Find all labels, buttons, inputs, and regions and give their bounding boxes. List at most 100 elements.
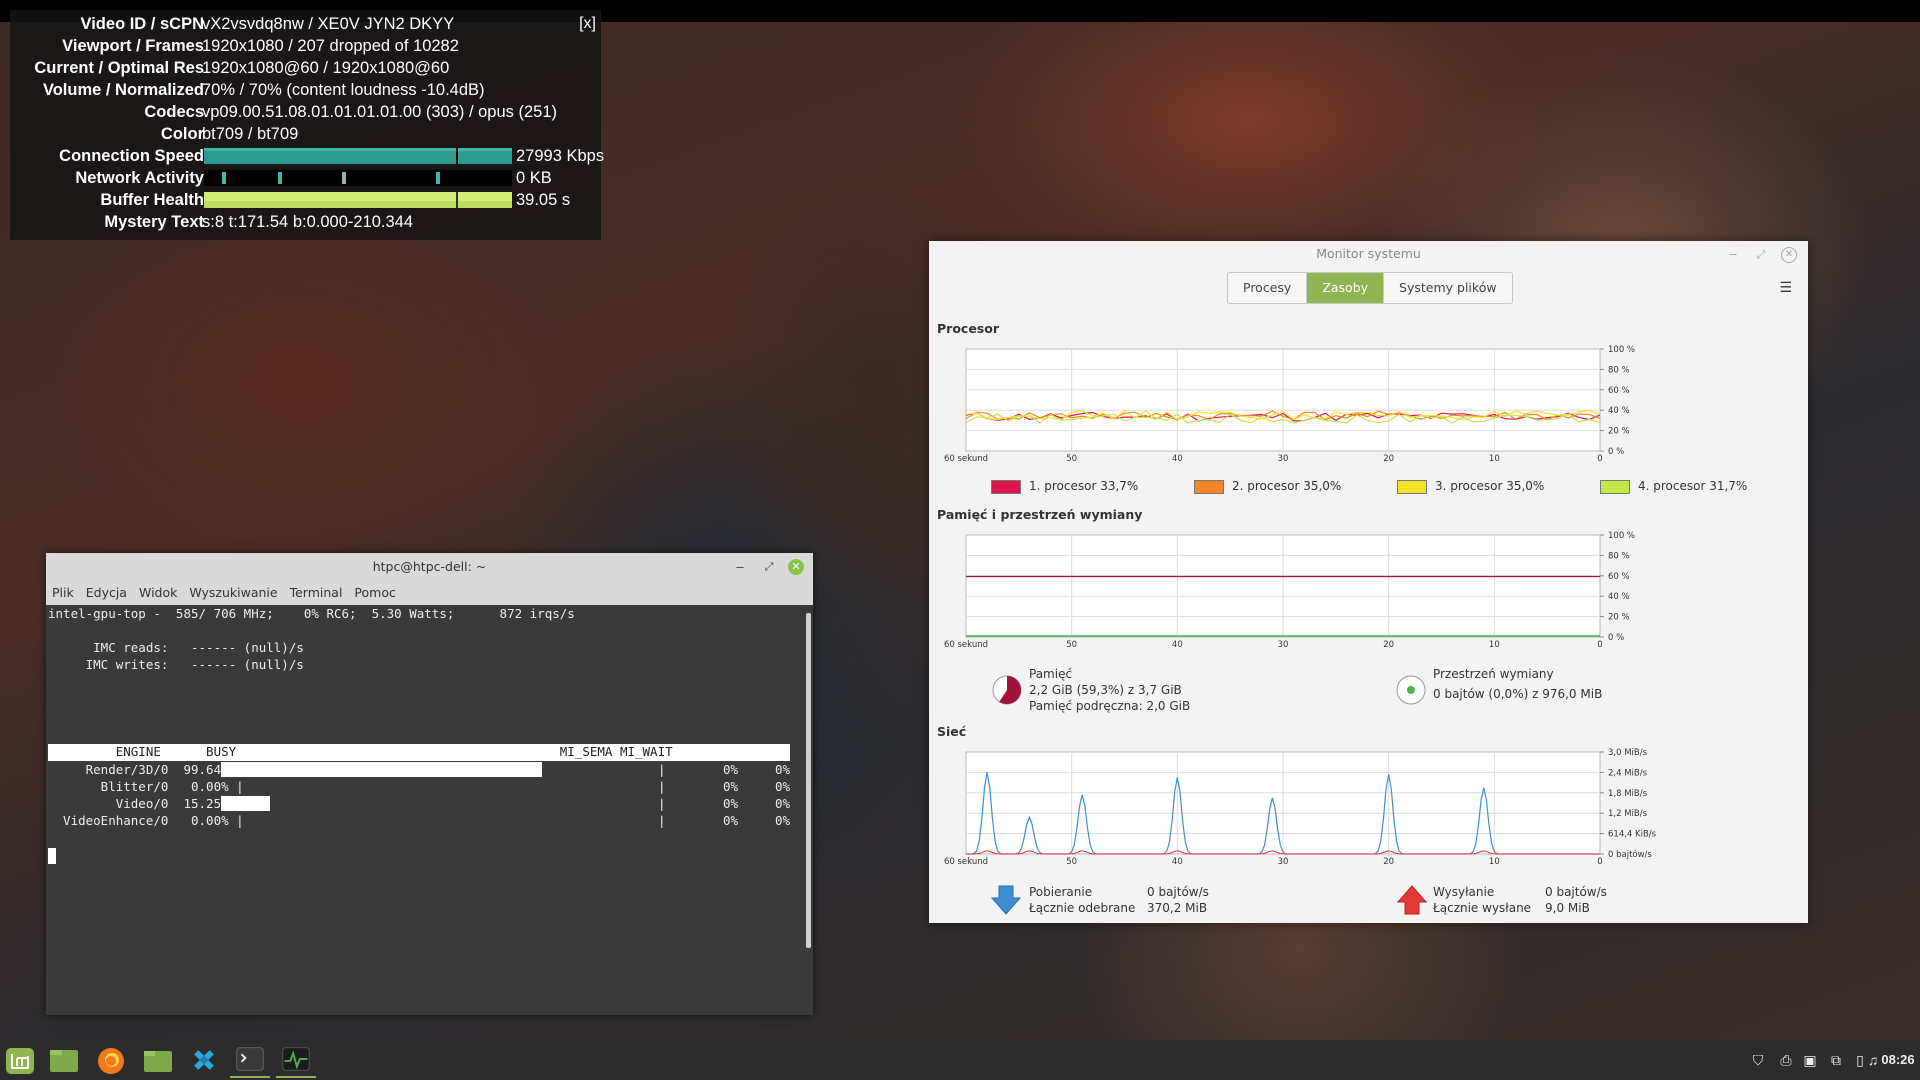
download-arrow-icon xyxy=(991,885,1021,915)
y-tick-label: 1,8 MiB/s xyxy=(1608,789,1648,799)
system-monitor-icon[interactable] xyxy=(276,1042,316,1078)
connection-speed-bar xyxy=(204,148,512,164)
minimize-button[interactable]: ‒ xyxy=(1725,247,1741,263)
terminal-titlebar[interactable]: htpc@htpc-dell: ~ ‒ ⤢ ✕ xyxy=(46,553,813,581)
legend-swatch[interactable] xyxy=(1397,479,1427,494)
network-icon[interactable]: ⧉ xyxy=(1825,1040,1847,1080)
terminal-window[interactable]: htpc@htpc-dell: ~ ‒ ⤢ ✕ Plik Edycja Widok W… xyxy=(46,553,813,1015)
minimize-button[interactable]: ‒ xyxy=(732,559,748,575)
pie-center xyxy=(1407,686,1415,694)
stats-value: 27993 Kbps xyxy=(516,147,605,165)
x-tick-label: 0 xyxy=(1597,640,1602,649)
x-tick-label: 60 sekund xyxy=(944,454,988,463)
x-tick-label: 20 xyxy=(1383,857,1394,866)
terminal-line: IMC reads: ------ (null)/s xyxy=(48,640,304,655)
download-label: Pobieranie xyxy=(1029,885,1093,899)
terminal-cursor xyxy=(48,848,56,864)
monitor-titlebar[interactable]: Monitor systemu ‒ ⤢ ✕ xyxy=(929,241,1808,269)
terminal-output[interactable]: intel-gpu-top - 585/ 706 MHz; 0% RC6; 5.… xyxy=(46,605,803,1015)
menu-wyszukiwanie[interactable]: Wyszukiwanie xyxy=(183,581,283,605)
terminal-scrollbar[interactable] xyxy=(806,613,811,948)
download-info: Pobieranie Łącznie odebrane xyxy=(1029,884,1135,916)
tab-procesy[interactable]: Procesy xyxy=(1228,273,1308,303)
close-button[interactable]: ✕ xyxy=(1781,247,1797,263)
clock[interactable]: 08:26 xyxy=(1876,1040,1920,1080)
terminal-icon[interactable] xyxy=(230,1042,270,1078)
clipboard-icon[interactable]: ▣ xyxy=(1799,1040,1821,1080)
terminal-line: IMC writes: ------ (null)/s xyxy=(48,657,304,672)
tab-zasoby[interactable]: Zasoby xyxy=(1307,273,1385,303)
buffer-health-bar xyxy=(204,192,512,208)
hamburger-menu-icon[interactable]: ☰ xyxy=(1779,279,1792,296)
swap-pie-icon xyxy=(1396,675,1426,705)
y-tick-label: 80 % xyxy=(1608,365,1630,375)
shield-icon[interactable]: ⛉ xyxy=(1747,1040,1769,1080)
bar-spike xyxy=(436,172,440,184)
engine-mi-sema: 0% xyxy=(722,762,738,777)
menu-widok[interactable]: Widok xyxy=(133,581,183,605)
mint-menu-icon[interactable] xyxy=(0,1042,40,1078)
menu-terminal[interactable]: Terminal xyxy=(284,581,349,605)
menu-pomoc[interactable]: Pomoc xyxy=(348,581,401,605)
engine-row: Render/3D/0 99.64% | | 0% 0% xyxy=(48,761,790,778)
engine-mi-wait: 0% xyxy=(774,779,790,794)
download-total-label: Łącznie odebrane xyxy=(1029,901,1136,915)
kodi-icon[interactable] xyxy=(184,1042,224,1078)
engine-mi-wait: 0% xyxy=(774,813,790,828)
bar-marker xyxy=(456,148,458,164)
engine-name: Blitter/0 0.00% | xyxy=(48,779,244,794)
legend-label: 4. procesor 31,7% xyxy=(1638,479,1748,493)
engine-header-text: ENGINE BUSY MI_SEMA MI_WAIT xyxy=(48,744,673,759)
tab-systemy-plikow[interactable]: Systemy plików xyxy=(1384,273,1512,303)
stats-value: bt709 / bt709 xyxy=(202,125,299,143)
close-button[interactable]: ✕ xyxy=(788,559,804,575)
x-tick-label: 30 xyxy=(1278,857,1289,866)
stats-value: 70% / 70% (content loudness -10.4dB) xyxy=(202,81,485,99)
legend-swatch[interactable] xyxy=(991,479,1021,494)
bar-marker xyxy=(456,192,458,208)
legend-swatch[interactable] xyxy=(1600,479,1630,494)
stats-row-connection: Connection Speed 27993 Kbps xyxy=(10,145,605,167)
y-tick-label: 0 % xyxy=(1608,633,1624,643)
menu-edycja[interactable]: Edycja xyxy=(80,581,133,605)
download-rate: 0 bajtów/s xyxy=(1147,885,1209,899)
stats-for-nerds-panel: [x] Video ID / sCPN vX2vsvdq8nw / XE0V JY… xyxy=(10,10,605,240)
folder-icon[interactable] xyxy=(138,1042,178,1078)
x-tick-label: 20 xyxy=(1383,454,1394,463)
y-tick-label: 40 % xyxy=(1608,406,1630,416)
network-activity-bar xyxy=(204,170,512,186)
x-tick-label: 10 xyxy=(1489,857,1500,866)
cpu-history-chart: 60 sekund 50 40 30 20 10 0 100 % 80 % 60 % 40 % 20 … xyxy=(944,345,1635,463)
system-monitor-window[interactable]: Monitor systemu ‒ ⤢ ✕ Procesy Zasoby Sys… xyxy=(929,241,1808,923)
y-tick-label: 100 % xyxy=(1608,531,1635,541)
x-tick-label: 60 sekund xyxy=(944,640,988,649)
y-tick-label: 100 % xyxy=(1608,345,1635,355)
download-total: 370,2 MiB xyxy=(1147,901,1208,915)
stats-value: vp09.00.51.08.01.01.01.01.00 (303) / opu… xyxy=(202,103,558,121)
network-history-chart: 60 sekund 50 40 30 20 10 0 3,0 MiB/s 2,4 MiB/s 1,… xyxy=(944,748,1657,866)
x-tick-label: 50 xyxy=(1066,454,1077,463)
terminal-title: htpc@htpc-dell: ~ xyxy=(372,559,487,574)
y-tick-label: 20 % xyxy=(1608,613,1630,623)
legend-swatch[interactable] xyxy=(1194,479,1224,494)
stats-row: Viewport / Frames 1920x1080 / 207 dropped… xyxy=(10,35,601,57)
engine-row: Video/0 15.25% | | 0% 0% xyxy=(48,795,790,812)
upload-rate: 0 bajtów/s xyxy=(1545,885,1607,899)
stats-label: Codecs xyxy=(144,103,204,121)
maximize-button[interactable]: ⤢ xyxy=(1753,247,1769,263)
maximize-button[interactable]: ⤢ xyxy=(761,559,777,575)
upload-total-label: Łącznie wysłane xyxy=(1433,901,1532,915)
stats-label: Connection Speed xyxy=(59,147,204,165)
y-tick-label: 2,4 MiB/s xyxy=(1608,768,1648,778)
printer-icon[interactable]: ⎙ xyxy=(1775,1040,1797,1080)
firefox-icon[interactable] xyxy=(91,1042,131,1078)
swap-info: Przestrzeń wymiany 0 bajtów (0,0%) z 976… xyxy=(1433,666,1602,702)
memory-pie-icon xyxy=(992,675,1022,705)
files-icon[interactable] xyxy=(44,1042,84,1078)
x-tick-label: 40 xyxy=(1172,857,1183,866)
stats-label: Buffer Health xyxy=(100,191,204,209)
menu-plik[interactable]: Plik xyxy=(46,581,80,605)
x-tick-label: 30 xyxy=(1278,454,1289,463)
engine-bar-end: | xyxy=(658,796,666,811)
memory-usage: 2,2 GiB (59,3%) z 3,7 GiB xyxy=(1029,683,1182,697)
